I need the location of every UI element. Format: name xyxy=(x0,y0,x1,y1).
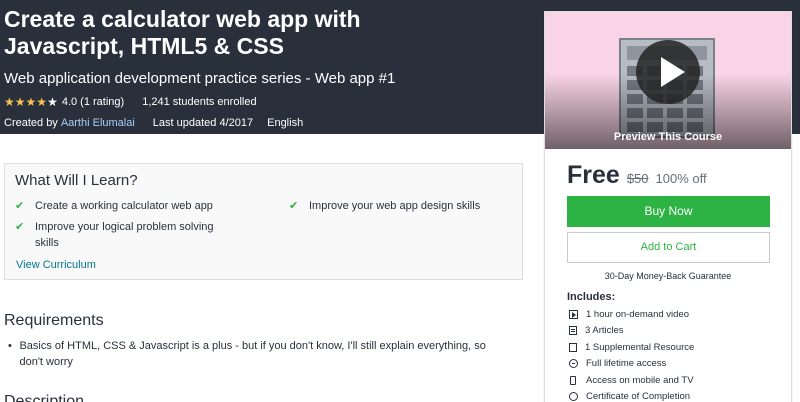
includes-item: 1 Supplemental Resource xyxy=(569,339,791,356)
certificate-icon xyxy=(569,392,578,402)
article-icon xyxy=(569,326,577,336)
add-to-cart-button[interactable]: Add to Cart xyxy=(567,232,770,263)
star-empty-icon: ★ xyxy=(47,95,58,109)
star-icon: ★ xyxy=(14,95,26,109)
course-preview[interactable]: Preview This Course xyxy=(545,12,791,149)
learn-title: What Will I Learn? xyxy=(15,172,138,189)
view-curriculum-link[interactable]: View Curriculum xyxy=(16,259,96,271)
course-subtitle: Web application development practice ser… xyxy=(4,70,396,87)
course-title-line-2: Javascript, HTML5 & CSS xyxy=(4,33,284,59)
purchase-card: Preview This Course Free $50 100% off Bu… xyxy=(544,11,792,402)
includes-title: Includes: xyxy=(567,291,616,303)
price-row: Free $50 100% off xyxy=(567,161,791,190)
includes-item: 3 Articles xyxy=(569,323,791,340)
course-header-content: Create a calculator web app with Javascr… xyxy=(4,6,534,131)
video-icon xyxy=(569,309,578,319)
last-updated: Last updated 4/2017 xyxy=(152,117,254,129)
requirements-title: Requirements xyxy=(4,312,104,329)
discount-label: 100% off xyxy=(655,171,707,186)
play-icon[interactable] xyxy=(636,40,700,104)
star-icon: ★ xyxy=(25,95,37,109)
rating-stars: ★ ★ ★ ★ ★ xyxy=(4,95,58,109)
created-by-label: Created by xyxy=(4,117,58,129)
current-price: Free xyxy=(567,161,620,189)
bullet-icon: • xyxy=(8,340,12,352)
learn-item: ✔ Improve your web app design skills xyxy=(289,200,481,212)
preview-label: Preview This Course xyxy=(613,131,723,143)
file-icon xyxy=(569,342,577,352)
check-icon: ✔ xyxy=(15,221,25,233)
requirement-item: • Basics of HTML, CSS & Javascript is a … xyxy=(8,340,486,368)
course-language: English xyxy=(267,117,304,129)
buy-now-button[interactable]: Buy Now xyxy=(567,196,770,227)
rating-text: 4.0 (1 rating) xyxy=(61,96,125,108)
learn-item: ✔ Create a working calculator web app xyxy=(15,200,213,212)
money-back-guarantee: 30-Day Money-Back Guarantee xyxy=(604,271,732,281)
course-meta: Created by Aarthi Elumalai Last updated … xyxy=(4,116,534,131)
author-link[interactable]: Aarthi Elumalai xyxy=(61,116,135,131)
learn-item: ✔ Improve your logical problem solving s… xyxy=(15,221,214,249)
description-title: Description xyxy=(4,393,85,402)
star-icon: ★ xyxy=(36,95,48,109)
original-price: $50 xyxy=(626,171,649,186)
enrolled-count: 1,241 students enrolled xyxy=(142,96,257,108)
rating-row: ★ ★ ★ ★ ★ 4.0 (1 rating) 1,241 students … xyxy=(4,94,534,110)
course-title: Create a calculator web app with Javascr… xyxy=(4,6,534,60)
check-icon: ✔ xyxy=(15,200,25,212)
infinity-icon xyxy=(569,359,578,369)
star-icon: ★ xyxy=(4,95,15,109)
check-icon: ✔ xyxy=(289,200,299,212)
mobile-icon xyxy=(570,375,576,385)
what-will-i-learn: What Will I Learn? ✔ Create a working ca… xyxy=(4,163,523,280)
course-title-line-1: Create a calculator web app with xyxy=(4,6,361,32)
includes-item: Access on mobile and TV xyxy=(569,372,791,389)
includes-item: Full lifetime access xyxy=(569,356,791,373)
includes-item: Certificate of Completion xyxy=(569,389,791,402)
includes-list: 1 hour on-demand video 3 Articles 1 Supp… xyxy=(569,306,791,402)
includes-item: 1 hour on-demand video xyxy=(569,306,791,323)
